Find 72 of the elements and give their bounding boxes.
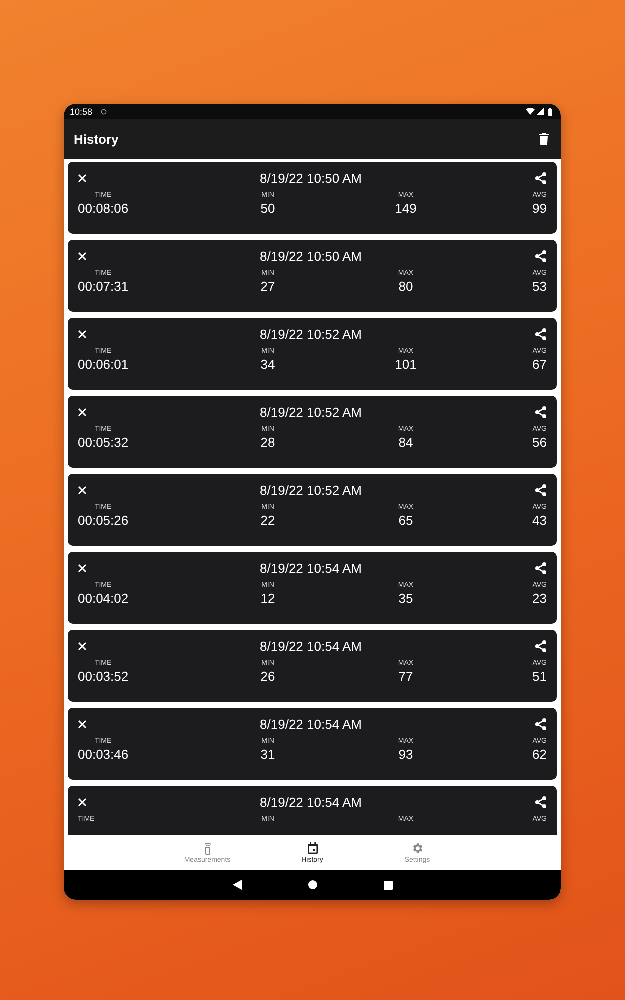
share-icon[interactable]	[535, 484, 547, 496]
close-icon[interactable]	[78, 174, 87, 182]
time-value: 00:07:31	[78, 279, 129, 295]
max-value: 84	[398, 435, 414, 451]
max-value: 65	[398, 513, 414, 529]
wifi-icon	[526, 108, 535, 115]
recents-icon[interactable]	[384, 880, 392, 890]
share-icon[interactable]	[535, 406, 547, 418]
back-icon[interactable]	[232, 880, 242, 890]
calendar-icon	[306, 842, 318, 854]
status-time: 10:58	[70, 106, 93, 116]
close-icon[interactable]	[78, 486, 87, 494]
avg-value: 56	[532, 435, 547, 451]
record-date: 8/19/22 10:50 AM	[259, 170, 363, 186]
share-icon[interactable]	[535, 562, 547, 574]
record-date: 8/19/22 10:54 AM	[259, 794, 363, 810]
settings-icon	[411, 842, 424, 854]
close-icon[interactable]	[78, 330, 87, 338]
avg-value: 51	[532, 669, 547, 685]
close-icon[interactable]	[78, 642, 87, 650]
time-value: 00:04:02	[78, 591, 129, 607]
time-value: 00:03:52	[78, 669, 129, 685]
close-icon[interactable]	[78, 252, 87, 260]
min-value: 22	[260, 513, 276, 529]
record-date: 8/19/22 10:52 AM	[259, 404, 363, 420]
share-icon[interactable]	[535, 796, 547, 808]
time-value: 00:06:01	[78, 357, 129, 373]
min-value: 34	[260, 357, 276, 373]
notification-icon	[100, 108, 107, 114]
record-date: 8/19/22 10:54 AM	[259, 716, 363, 732]
min-value: 27	[260, 279, 276, 295]
app-title: History	[74, 132, 120, 146]
time-value: 00:03:46	[78, 747, 129, 763]
share-icon[interactable]	[535, 640, 547, 652]
record-date: 8/19/22 10:54 AM	[259, 638, 363, 654]
max-value: 35	[398, 591, 414, 607]
close-icon[interactable]	[78, 798, 87, 806]
record-date: 8/19/22 10:54 AM	[259, 560, 363, 576]
share-icon[interactable]	[535, 172, 547, 184]
delete-icon[interactable]	[539, 133, 549, 145]
min-value: 50	[260, 201, 276, 217]
time-value: 00:05:32	[78, 435, 129, 451]
record-date: 8/19/22 10:52 AM	[259, 482, 363, 498]
share-icon[interactable]	[535, 250, 547, 262]
close-icon[interactable]	[78, 720, 87, 728]
min-value: 31	[260, 747, 276, 763]
record-date: 8/19/22 10:52 AM	[259, 326, 363, 342]
min-value: 26	[260, 669, 276, 685]
avg-value: 99	[532, 201, 547, 217]
home-icon[interactable]	[308, 880, 318, 890]
max-value: 80	[398, 279, 414, 295]
record-date: 8/19/22 10:50 AM	[259, 248, 363, 264]
share-icon[interactable]	[535, 718, 547, 730]
avg-value: 62	[532, 747, 547, 763]
avg-value: 23	[532, 591, 547, 607]
battery-icon	[548, 108, 553, 116]
max-value: 93	[398, 747, 414, 763]
max-value: 77	[398, 669, 414, 685]
signal-icon	[537, 108, 544, 115]
min-value: 28	[260, 435, 276, 451]
antenna-icon	[204, 842, 212, 854]
time-value: 00:08:06	[78, 201, 129, 217]
close-icon[interactable]	[78, 564, 87, 572]
time-value: 00:05:26	[78, 513, 129, 529]
avg-value: 43	[532, 513, 547, 529]
max-value: 149	[395, 201, 417, 217]
share-icon[interactable]	[535, 328, 547, 340]
min-value: 12	[260, 591, 276, 607]
close-icon[interactable]	[78, 408, 87, 416]
max-value: 101	[395, 357, 417, 373]
avg-value: 67	[532, 357, 547, 373]
avg-value: 53	[532, 279, 547, 295]
